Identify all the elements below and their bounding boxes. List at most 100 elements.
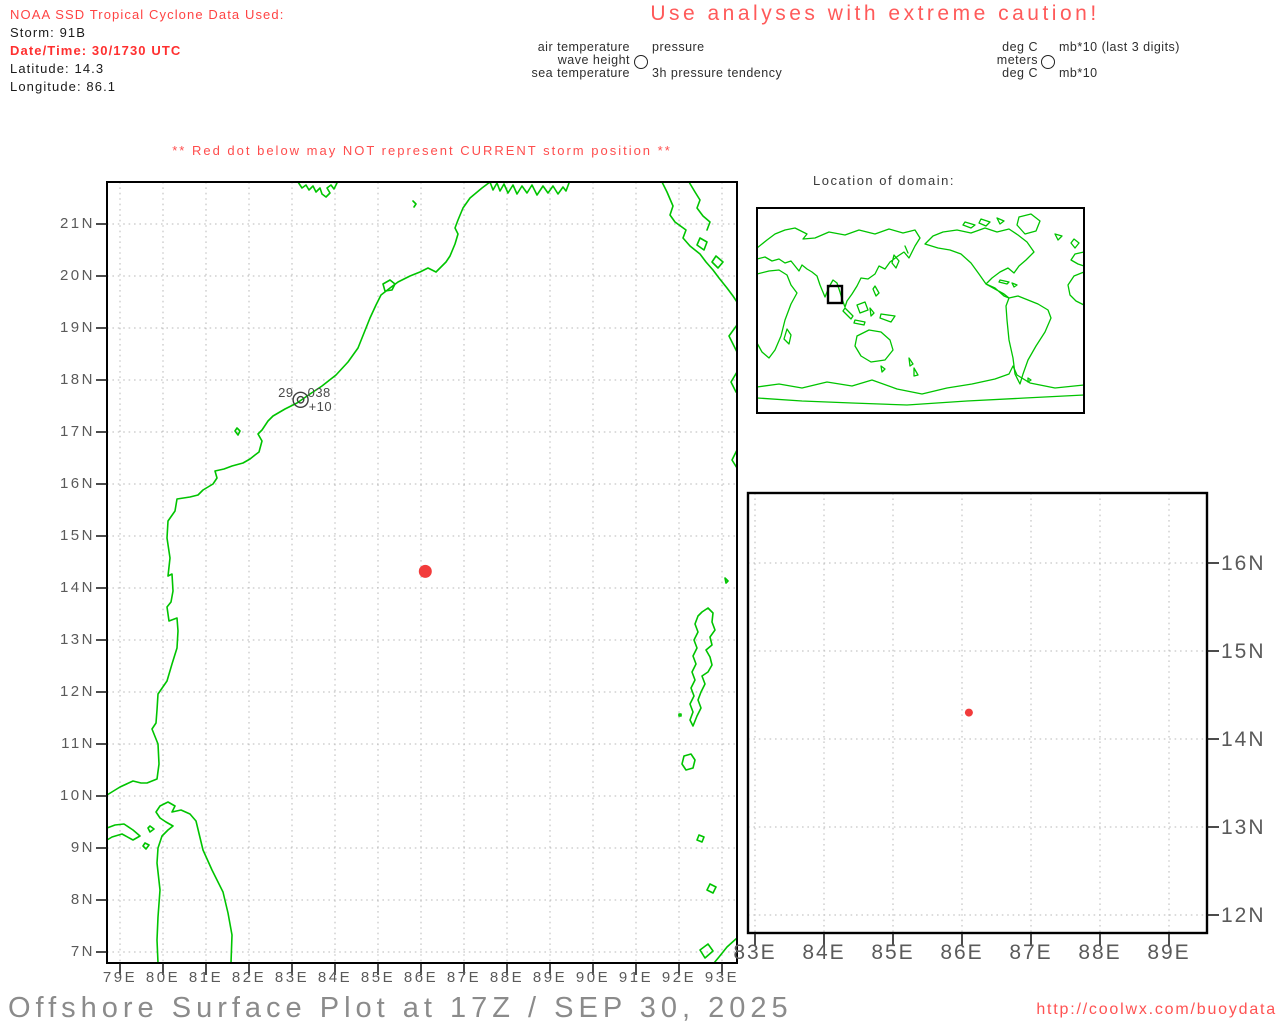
main-map-lat-label: 19N	[50, 319, 95, 336]
zoom-map-lat-label: 14N	[1221, 728, 1280, 752]
sri-lanka-coastline	[156, 802, 232, 963]
legend-mb10: mb*10	[1059, 67, 1180, 80]
world-north-america	[925, 214, 1062, 298]
main-map-lat-label: 15N	[50, 527, 95, 544]
andaman-islands	[679, 578, 737, 963]
legend-mb10-last3: mb*10 (last 3 digits)	[1059, 41, 1180, 54]
header-storm: Storm: 91B	[10, 24, 284, 42]
station-legend-right: pressure 3h pressure tendency	[652, 41, 782, 79]
units-legend-left: deg C meters deg C	[960, 41, 1038, 79]
zoom-map-grid	[748, 493, 1207, 933]
main-map-lon-label: 88E	[485, 969, 529, 986]
legend-sea-temperature: sea temperature	[440, 67, 630, 80]
zoom-map-lat-label: 12N	[1221, 904, 1280, 928]
main-map-lon-label: 91E	[614, 969, 658, 986]
zoom-map-lon-label: 86E	[936, 941, 988, 965]
myanmar-coastline	[662, 182, 737, 468]
grid-or-tick	[748, 493, 1207, 933]
zoom-map-lon-label: 87E	[1005, 941, 1057, 965]
header-datetime: Date/Time: 30/1730 UTC	[10, 42, 284, 60]
world-south-america	[1006, 296, 1051, 384]
storm-dot-zoom	[965, 709, 973, 717]
main-map-lon-label: 81E	[184, 969, 228, 986]
main-map-lon-label: 84E	[313, 969, 357, 986]
main-map-lon-label: 86E	[399, 969, 443, 986]
legend-blank	[652, 54, 782, 67]
legend-meters: meters	[960, 54, 1038, 67]
grid-or-tick	[755, 563, 1219, 946]
legend-deg-c-bottom: deg C	[960, 67, 1038, 80]
main-map-lon-label: 80E	[141, 969, 185, 986]
header-block: NOAA SSD Tropical Cyclone Data Used: Sto…	[10, 6, 284, 96]
legend-pressure: pressure	[652, 41, 782, 54]
legend-wave-height: wave height	[440, 54, 630, 67]
world-africa-coast	[757, 270, 797, 358]
main-map-lon-label: 89E	[528, 969, 572, 986]
units-legend-right: mb*10 (last 3 digits) mb*10	[1059, 41, 1180, 79]
india-coastline	[107, 182, 490, 795]
grid-or-tick	[96, 224, 722, 975]
station-circle-icon	[634, 55, 648, 69]
main-map-lon-label: 87E	[442, 969, 486, 986]
main-map-lat-label: 7N	[50, 943, 95, 960]
main-map-lat-label: 17N	[50, 423, 95, 440]
main-map-lon-label: 79E	[98, 969, 142, 986]
world-antarctica	[757, 366, 1084, 405]
storm-position-warning: ** Red dot below may NOT represent CURRE…	[107, 143, 737, 158]
main-map-lat-label: 11N	[50, 735, 95, 752]
zoom-map-lon-label: 85E	[867, 941, 919, 965]
main-map-lon-label: 90E	[571, 969, 615, 986]
data-markers	[293, 392, 973, 716]
main-map-lon-label: 82E	[227, 969, 271, 986]
footer-title: Offshore Surface Plot at 17Z / SEP 30, 2…	[8, 992, 793, 1024]
inset-title: Location of domain:	[813, 173, 955, 188]
header-latitude: Latitude: 14.3	[10, 60, 284, 78]
main-map-lat-label: 18N	[50, 371, 95, 388]
zoom-map-lat-label: 13N	[1221, 816, 1280, 840]
header-source-line: NOAA SSD Tropical Cyclone Data Used:	[10, 6, 284, 24]
main-map-lat-label: 13N	[50, 631, 95, 648]
world-australia	[855, 330, 918, 376]
zoom-map-lon-label: 89E	[1143, 941, 1195, 965]
station-tendency: +10	[309, 399, 349, 414]
zoom-map-lon-label: 88E	[1074, 941, 1126, 965]
main-map-lat-label: 16N	[50, 475, 95, 492]
offshore-surface-plot-page: NOAA SSD Tropical Cyclone Data Used: Sto…	[0, 0, 1280, 1024]
header-longitude: Longitude: 86.1	[10, 78, 284, 96]
palk-strait-coast	[107, 824, 154, 849]
station-legend-left: air temperature wave height sea temperat…	[440, 41, 630, 79]
legend-deg-c-top: deg C	[960, 41, 1038, 54]
main-map-lon-label: 93E	[700, 969, 744, 986]
world-europe-africa-edge	[1068, 239, 1084, 305]
world-eurasia-coast	[757, 228, 920, 307]
station-air-temp: 29	[264, 385, 294, 400]
zoom-map-lat-label: 16N	[1221, 552, 1280, 576]
station-pressure: 038	[308, 385, 348, 400]
legend-air-temperature: air temperature	[440, 41, 630, 54]
main-map-lon-label: 85E	[356, 969, 400, 986]
main-map-lat-label: 10N	[50, 787, 95, 804]
legend-blank2	[1059, 54, 1180, 67]
main-map-lat-label: 8N	[50, 891, 95, 908]
footer-url-link[interactable]: http://coolwx.com/buoydata	[1036, 1001, 1277, 1019]
caution-headline: Use analyses with extreme caution!	[615, 2, 1135, 26]
domain-box	[828, 286, 842, 303]
legend-pressure-tendency: 3h pressure tendency	[652, 67, 782, 80]
main-map-lon-label: 92E	[657, 969, 701, 986]
ganges-delta-coast	[490, 182, 569, 195]
zoom-map-lon-label: 84E	[798, 941, 850, 965]
world-seasia-islands	[843, 286, 895, 325]
zoom-map-lat-label: 15N	[1221, 640, 1280, 664]
axis-ticks	[96, 224, 1219, 975]
main-map-lat-label: 12N	[50, 683, 95, 700]
main-map-lat-label: 14N	[50, 579, 95, 596]
units-circle-icon	[1041, 55, 1055, 69]
zoom-map-lon-label: 83E	[729, 941, 781, 965]
zoom-map-frame	[748, 493, 1207, 933]
storm-dot-main	[419, 565, 432, 578]
main-map-lat-label: 21N	[50, 215, 95, 232]
main-map-lat-label: 9N	[50, 839, 95, 856]
main-map-lon-label: 83E	[270, 969, 314, 986]
main-map-lat-label: 20N	[50, 267, 95, 284]
world-inset-map	[757, 208, 1084, 413]
